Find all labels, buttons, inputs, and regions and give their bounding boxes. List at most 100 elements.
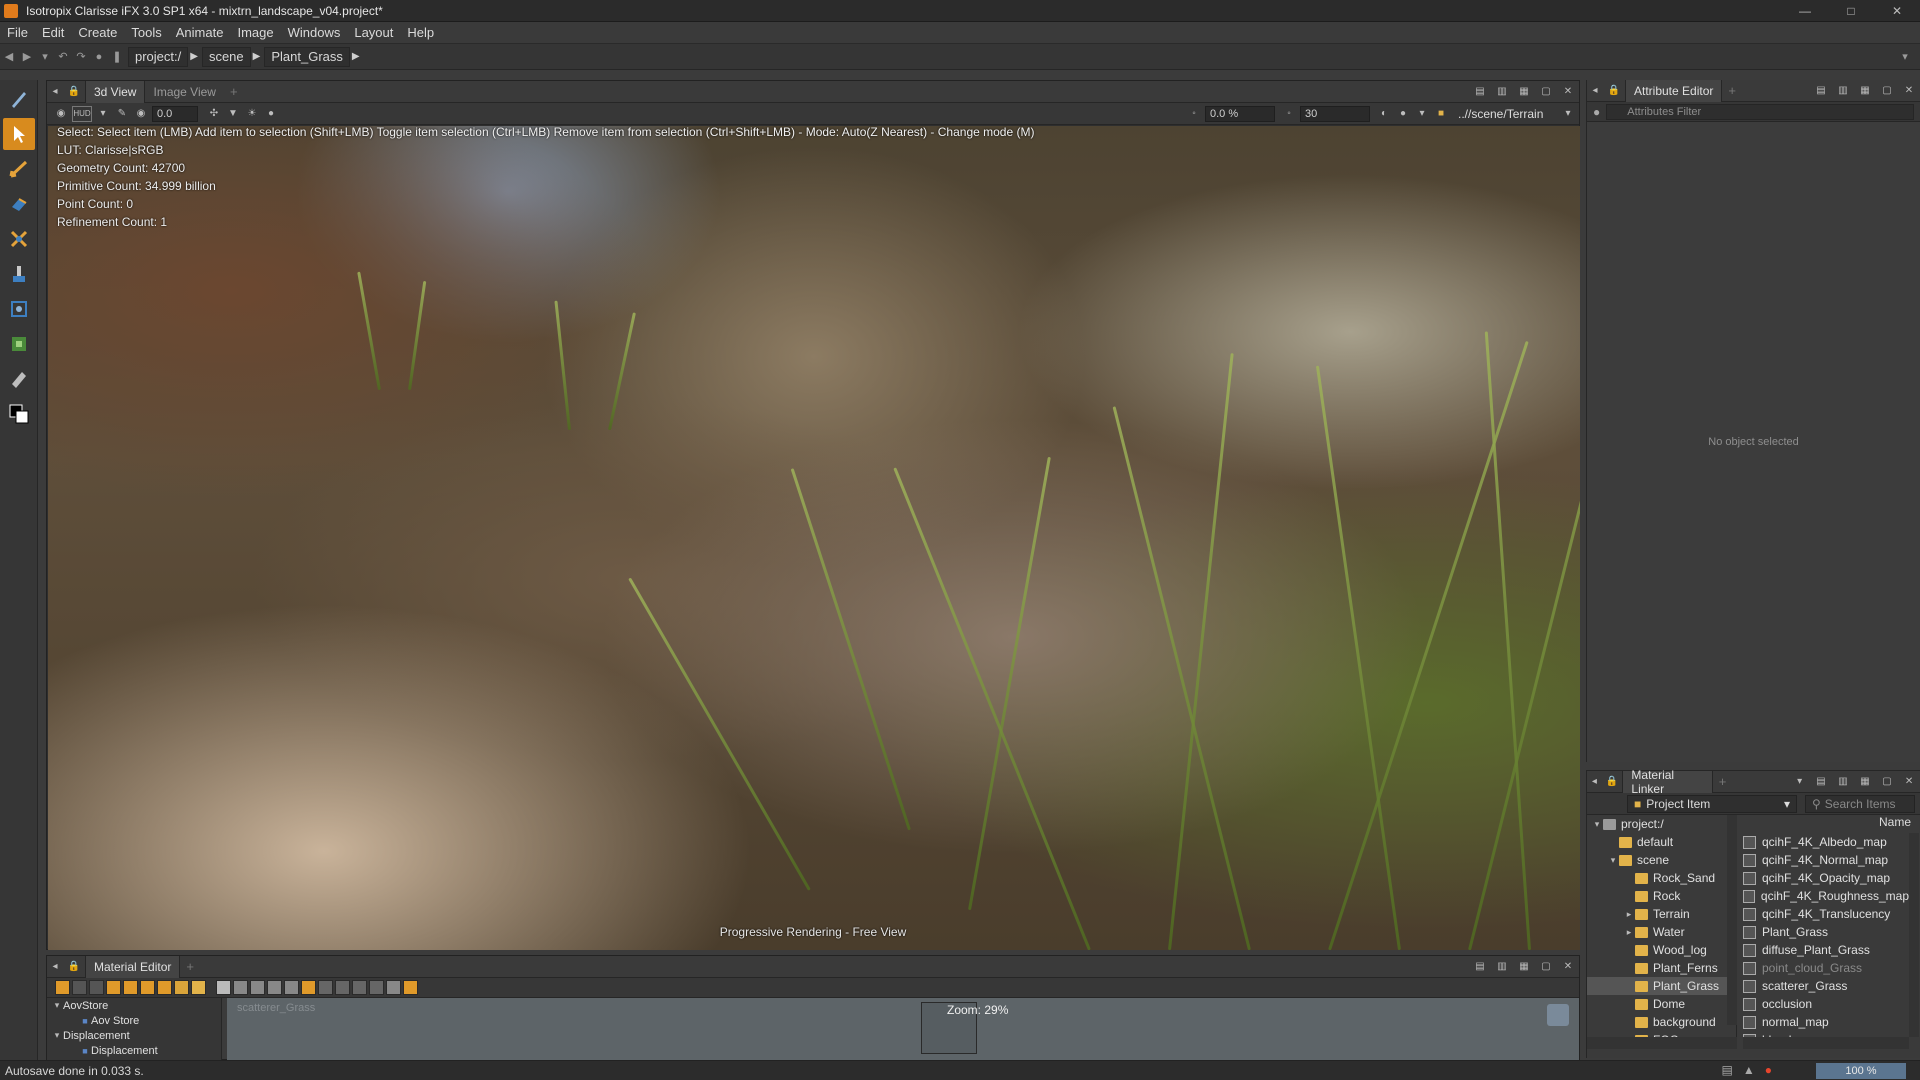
eraser-tool-icon[interactable] <box>3 363 35 395</box>
expand-toggle-icon[interactable]: ▸ <box>1623 927 1635 938</box>
maximize-button[interactable]: □ <box>1828 0 1874 22</box>
lock-icon[interactable]: 🔒 <box>1605 774 1620 790</box>
list-item[interactable]: qcihF_4K_Albedo_map <box>1743 833 1909 851</box>
layer-icon[interactable] <box>140 980 155 995</box>
layout-icon[interactable] <box>250 980 265 995</box>
chevron-down-icon[interactable]: ▾ <box>1560 106 1576 122</box>
tab-material-editor[interactable]: Material Editor <box>85 955 181 978</box>
texture-icon[interactable] <box>123 980 138 995</box>
lock-icon[interactable]: 🔒 <box>66 959 82 975</box>
capture-icon[interactable] <box>386 980 401 995</box>
align-icon[interactable] <box>284 980 299 995</box>
maximize-panel-icon[interactable]: ▢ <box>1535 81 1557 103</box>
material-tree-item[interactable]: ■ Aov Store <box>47 1013 221 1028</box>
breadcrumb-project[interactable]: project:/ <box>128 46 189 67</box>
menu-create[interactable]: Create <box>71 25 124 40</box>
list-item[interactable]: occlusion <box>1743 995 1909 1013</box>
minimize-button[interactable]: — <box>1782 0 1828 22</box>
stop-icon[interactable]: ● <box>90 48 108 66</box>
render-viewport[interactable] <box>48 126 1580 950</box>
scale-tool-icon[interactable] <box>3 223 35 255</box>
rotate-tool-icon[interactable] <box>3 188 35 220</box>
list-h-scrollbar[interactable] <box>1743 1037 1909 1049</box>
color-swatch-icon[interactable] <box>3 398 35 430</box>
tree-item[interactable]: Plant_Grass <box>1587 977 1736 995</box>
samples-icon[interactable]: ◦ <box>1281 106 1297 122</box>
menu-image[interactable]: Image <box>230 25 280 40</box>
menu-windows[interactable]: Windows <box>281 25 348 40</box>
display-icon[interactable]: ● <box>263 106 279 122</box>
node-icon[interactable]: ■ <box>79 1016 91 1026</box>
breadcrumb-plant-grass[interactable]: Plant_Grass <box>264 46 350 67</box>
export-icon[interactable] <box>403 980 418 995</box>
warning-icon[interactable]: ▲ <box>1743 1063 1755 1077</box>
frame-icon[interactable] <box>216 980 231 995</box>
menu-tools[interactable]: Tools <box>124 25 168 40</box>
maximize-panel-icon[interactable]: ▢ <box>1535 956 1557 978</box>
exposure-field[interactable]: 0.0 <box>152 105 198 122</box>
split-horizontal-icon[interactable]: ▤ <box>1469 81 1491 103</box>
tab-image-view[interactable]: Image View <box>145 81 223 103</box>
menu-help[interactable]: Help <box>400 25 441 40</box>
transform-tool-icon[interactable] <box>3 293 35 325</box>
split-horizontal-icon[interactable]: ▤ <box>1469 956 1491 978</box>
split-grid-icon[interactable]: ▦ <box>1513 956 1535 978</box>
split-grid-icon[interactable]: ▦ <box>1854 771 1876 793</box>
folder-icon[interactable] <box>191 980 206 995</box>
record-icon[interactable]: ● <box>1765 1063 1772 1077</box>
search-items-input[interactable]: ⚲ Search Items <box>1805 794 1915 813</box>
eye-icon[interactable]: ◉ <box>133 106 149 122</box>
lock-icon[interactable]: 🔒 <box>1606 83 1622 99</box>
filter-icon[interactable]: ▼ <box>225 106 241 122</box>
tree-scrollbar[interactable] <box>1727 815 1737 1025</box>
paint-tool-icon[interactable] <box>3 258 35 290</box>
chevron-down-icon[interactable]: ▾ <box>51 1000 63 1011</box>
tree-item[interactable]: background <box>1587 1013 1736 1031</box>
close-panel-icon[interactable]: ✕ <box>1898 771 1920 793</box>
undo-icon[interactable]: ↶ <box>54 48 72 66</box>
path-menu-icon[interactable]: ▾ <box>1896 48 1914 66</box>
expand-toggle-icon[interactable]: ▾ <box>1607 855 1619 866</box>
folder-icon[interactable]: ■ <box>1433 106 1449 122</box>
panel-arrow-icon[interactable]: ◂ <box>47 959 63 975</box>
utility-icon[interactable] <box>157 980 172 995</box>
split-vertical-icon[interactable]: ▥ <box>1491 81 1513 103</box>
network-icon[interactable]: ▤ <box>1722 1063 1733 1077</box>
select-nodes-icon[interactable] <box>233 980 248 995</box>
list-item[interactable]: diffuse_Plant_Grass <box>1743 941 1909 959</box>
split-grid-icon[interactable]: ▦ <box>1513 81 1535 103</box>
hud-icon[interactable]: HUD <box>72 105 92 122</box>
tree-h-scrollbar[interactable] <box>1587 1037 1737 1049</box>
panel-arrow-icon[interactable]: ◂ <box>1587 774 1602 790</box>
disable-icon[interactable] <box>72 980 87 995</box>
dropdown-icon[interactable]: ▾ <box>1414 106 1430 122</box>
scatter-tool-icon[interactable] <box>3 328 35 360</box>
auto-layout-icon[interactable] <box>301 980 316 995</box>
list-item[interactable]: qcihF_4K_Normal_map <box>1743 851 1909 869</box>
tab-3d-view[interactable]: 3d View <box>85 80 146 103</box>
node-icon[interactable] <box>55 980 70 995</box>
close-panel-icon[interactable]: ✕ <box>1557 956 1579 978</box>
dropdown-icon[interactable]: ▾ <box>95 106 111 122</box>
close-panel-icon[interactable]: ✕ <box>1898 80 1920 102</box>
list-item[interactable]: scatterer_Grass <box>1743 977 1909 995</box>
reload-icon[interactable] <box>89 980 104 995</box>
expand-toggle-icon[interactable]: ▾ <box>1591 819 1603 830</box>
chevron-down-icon[interactable]: ▾ <box>1792 774 1807 790</box>
options-icon[interactable]: ● <box>1593 105 1600 119</box>
list-item[interactable]: point_cloud_Grass <box>1743 959 1909 977</box>
tree-item[interactable]: ▾ scene <box>1587 851 1736 869</box>
list-item[interactable]: qcihF_4K_Opacity_map <box>1743 869 1909 887</box>
maximize-panel-icon[interactable]: ▢ <box>1876 771 1898 793</box>
close-panel-icon[interactable]: ✕ <box>1557 81 1579 103</box>
tree-item[interactable]: default <box>1587 833 1736 851</box>
samples-field[interactable]: 30 <box>1300 105 1370 122</box>
pause-icon[interactable]: ❚ <box>108 48 126 66</box>
material-icon[interactable] <box>106 980 121 995</box>
list-scrollbar[interactable] <box>1909 833 1919 1037</box>
lock-icon[interactable]: 🔒 <box>66 84 82 100</box>
list-item[interactable]: normal_map <box>1743 1013 1909 1031</box>
name-column-header[interactable]: Name <box>1743 815 1919 833</box>
add-tab-icon[interactable]: + <box>1722 83 1742 98</box>
chevron-down-icon[interactable]: ▾ <box>51 1030 63 1041</box>
